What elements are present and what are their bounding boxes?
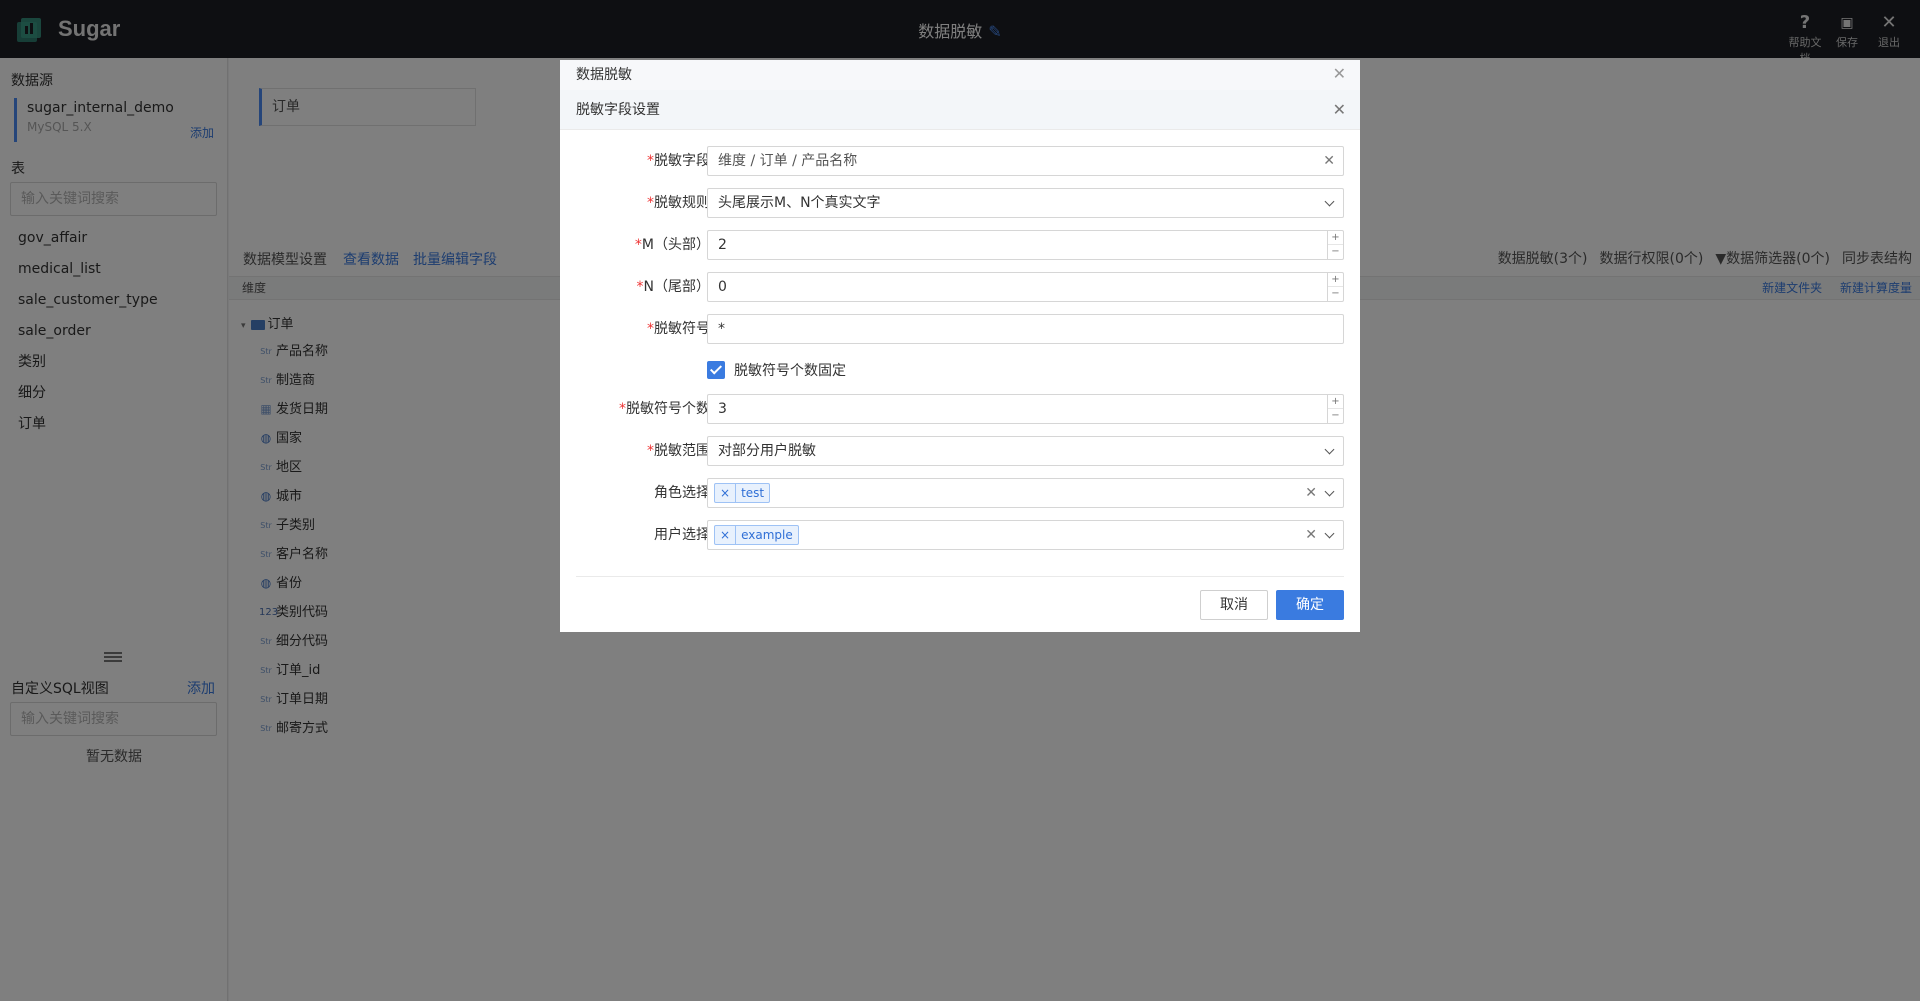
scope-value: 对部分用户脱敏: [718, 443, 816, 459]
user-tag-label: example: [741, 528, 793, 542]
footer-divider: [576, 576, 1344, 577]
symbol-row: *脱敏符号 *: [560, 314, 1360, 344]
field-cascader[interactable]: 维度 / 订单 / 产品名称 ✕: [707, 146, 1344, 176]
n-stepper[interactable]: + −: [1327, 273, 1343, 301]
user-tag: × example: [714, 525, 799, 545]
role-row: 角色选择 × test ✕: [560, 478, 1360, 508]
decrement-icon: −: [1331, 288, 1340, 299]
n-input[interactable]: 0 + −: [707, 272, 1344, 302]
checkbox-checked-icon[interactable]: [707, 361, 725, 379]
role-label: 角色选择: [654, 485, 710, 501]
user-row: 用户选择 × example ✕: [560, 520, 1360, 550]
m-value: 2: [718, 237, 727, 253]
n-label: *N（尾部）: [636, 279, 710, 295]
close-icon[interactable]: ✕: [1333, 90, 1346, 130]
decrement-icon: −: [1331, 410, 1340, 421]
m-input[interactable]: 2 + −: [707, 230, 1344, 260]
chevron-down-icon: [1325, 479, 1335, 507]
m-row: *M（头部） 2 + −: [560, 230, 1360, 260]
count-row: *脱敏符号个数 3 + −: [560, 394, 1360, 424]
user-multiselect[interactable]: × example ✕: [707, 520, 1344, 550]
scope-label: *脱敏范围: [647, 443, 710, 459]
scope-row: *脱敏范围 对部分用户脱敏: [560, 436, 1360, 466]
tag-remove-icon[interactable]: ×: [715, 484, 737, 502]
clear-icon[interactable]: ✕: [1305, 479, 1317, 507]
tag-remove-icon[interactable]: ×: [715, 526, 737, 544]
n-value: 0: [718, 279, 727, 295]
masking-field-dialog: 脱敏字段设置 ✕ *脱敏字段 维度 / 订单 / 产品名称 ✕ *脱敏规则 头尾…: [560, 90, 1360, 632]
role-tag: × test: [714, 483, 771, 503]
field-label: *脱敏字段: [647, 153, 710, 169]
count-value: 3: [718, 401, 727, 417]
confirm-button[interactable]: 确定: [1276, 590, 1344, 620]
decrement-icon: −: [1331, 246, 1340, 257]
increment-icon: +: [1328, 395, 1343, 409]
chevron-down-icon: [1325, 521, 1335, 549]
scope-select[interactable]: 对部分用户脱敏: [707, 436, 1344, 466]
role-tag-label: test: [741, 486, 765, 500]
rule-row: *脱敏规则 头尾展示M、N个真实文字: [560, 188, 1360, 218]
dialog-header: 脱敏字段设置 ✕: [560, 90, 1360, 130]
rule-select[interactable]: 头尾展示M、N个真实文字: [707, 188, 1344, 218]
symbol-input[interactable]: *: [707, 314, 1344, 344]
chevron-down-icon: [1325, 437, 1335, 465]
role-multiselect[interactable]: × test ✕: [707, 478, 1344, 508]
dialog-title: 脱敏字段设置: [576, 102, 660, 118]
user-label: 用户选择: [654, 527, 710, 543]
fixed-count-label: 脱敏符号个数固定: [734, 363, 846, 379]
m-stepper[interactable]: + −: [1327, 231, 1343, 259]
chevron-down-icon: [1325, 189, 1335, 217]
count-label: *脱敏符号个数: [619, 401, 710, 417]
rule-label: *脱敏规则: [647, 195, 710, 211]
increment-icon: +: [1328, 273, 1343, 287]
clear-icon[interactable]: ✕: [1305, 521, 1317, 549]
rule-value: 头尾展示M、N个真实文字: [718, 195, 881, 211]
data-masking-dialog-title: 数据脱敏: [560, 60, 1360, 90]
m-label: *M（头部）: [634, 237, 710, 253]
count-input[interactable]: 3 + −: [707, 394, 1344, 424]
symbol-value: *: [718, 321, 725, 337]
clear-icon[interactable]: ✕: [1323, 147, 1335, 175]
cancel-button[interactable]: 取消: [1200, 590, 1268, 620]
count-stepper[interactable]: + −: [1327, 395, 1343, 423]
increment-icon: +: [1328, 231, 1343, 245]
n-row: *N（尾部） 0 + −: [560, 272, 1360, 302]
fixed-count-checkbox[interactable]: 脱敏符号个数固定: [707, 360, 846, 380]
field-row: *脱敏字段 维度 / 订单 / 产品名称 ✕: [560, 146, 1360, 176]
symbol-label: *脱敏符号: [647, 321, 710, 337]
field-value: 维度 / 订单 / 产品名称: [718, 153, 858, 169]
close-icon[interactable]: ✕: [1333, 64, 1346, 83]
